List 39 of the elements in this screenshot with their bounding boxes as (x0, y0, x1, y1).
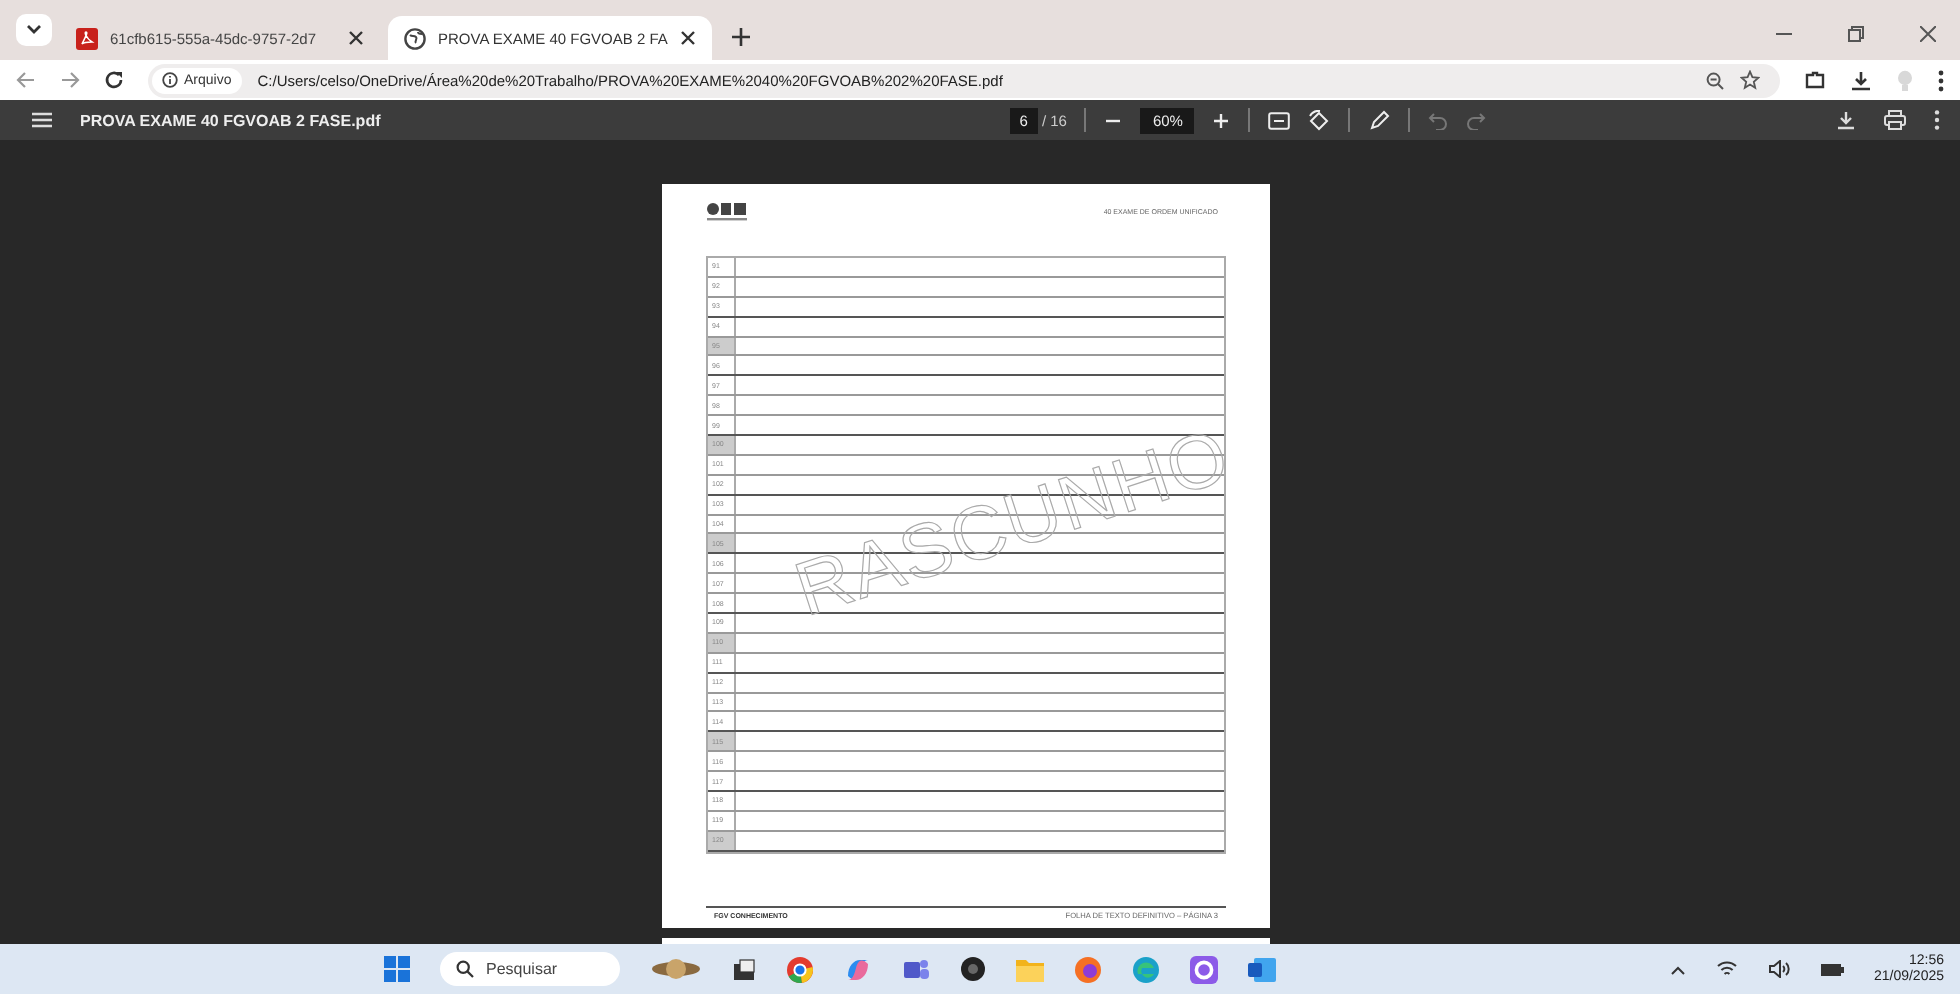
back-arrow-icon[interactable] (16, 70, 36, 90)
search-placeholder: Pesquisar (485, 960, 558, 978)
fit-page-icon[interactable] (1268, 111, 1291, 129)
tab-search-button[interactable] (16, 14, 52, 46)
download-icon[interactable] (1850, 69, 1872, 91)
info-icon (162, 72, 178, 88)
chrome-icon[interactable] (785, 955, 814, 983)
oab-logo-icon (706, 202, 750, 222)
search-icon (455, 960, 474, 978)
battery-icon[interactable] (1819, 960, 1844, 978)
rotate-icon[interactable] (1308, 109, 1331, 131)
close-icon[interactable] (348, 30, 364, 46)
pdf-file-icon (76, 27, 98, 49)
more-options-icon[interactable] (1938, 69, 1944, 91)
undo-icon[interactable] (1428, 111, 1449, 129)
close-icon[interactable] (679, 30, 696, 46)
print-icon[interactable] (1884, 110, 1907, 130)
taskbar-search-field[interactable]: Pesquisar (439, 952, 620, 986)
wifi-icon[interactable] (1715, 960, 1738, 978)
speaker-icon[interactable] (1767, 960, 1790, 978)
zoom-out-icon[interactable] (1706, 71, 1724, 89)
menu-icon[interactable] (32, 112, 52, 128)
more-options-icon[interactable] (1934, 110, 1941, 130)
restore-icon[interactable] (1848, 26, 1864, 42)
star-icon[interactable] (1740, 70, 1760, 90)
dark-circle-app-icon[interactable] (959, 956, 986, 982)
new-tab-icon[interactable] (731, 28, 750, 46)
redo-icon[interactable] (1466, 111, 1487, 129)
forward-arrow-icon[interactable] (60, 70, 80, 90)
close-icon[interactable] (1920, 26, 1936, 42)
chevron-up-icon[interactable] (1669, 963, 1686, 975)
chevron-down-icon (26, 24, 42, 36)
plus-icon[interactable] (1212, 111, 1231, 129)
windows-start-icon[interactable] (383, 956, 410, 982)
task-view-icon[interactable] (731, 957, 756, 981)
document-title: PROVA EXAME 40 FGVOAB 2 FASE.pdf (80, 111, 381, 129)
planet-icon[interactable] (649, 956, 702, 982)
reload-icon[interactable] (104, 70, 124, 90)
pen-icon[interactable] (1368, 109, 1391, 131)
